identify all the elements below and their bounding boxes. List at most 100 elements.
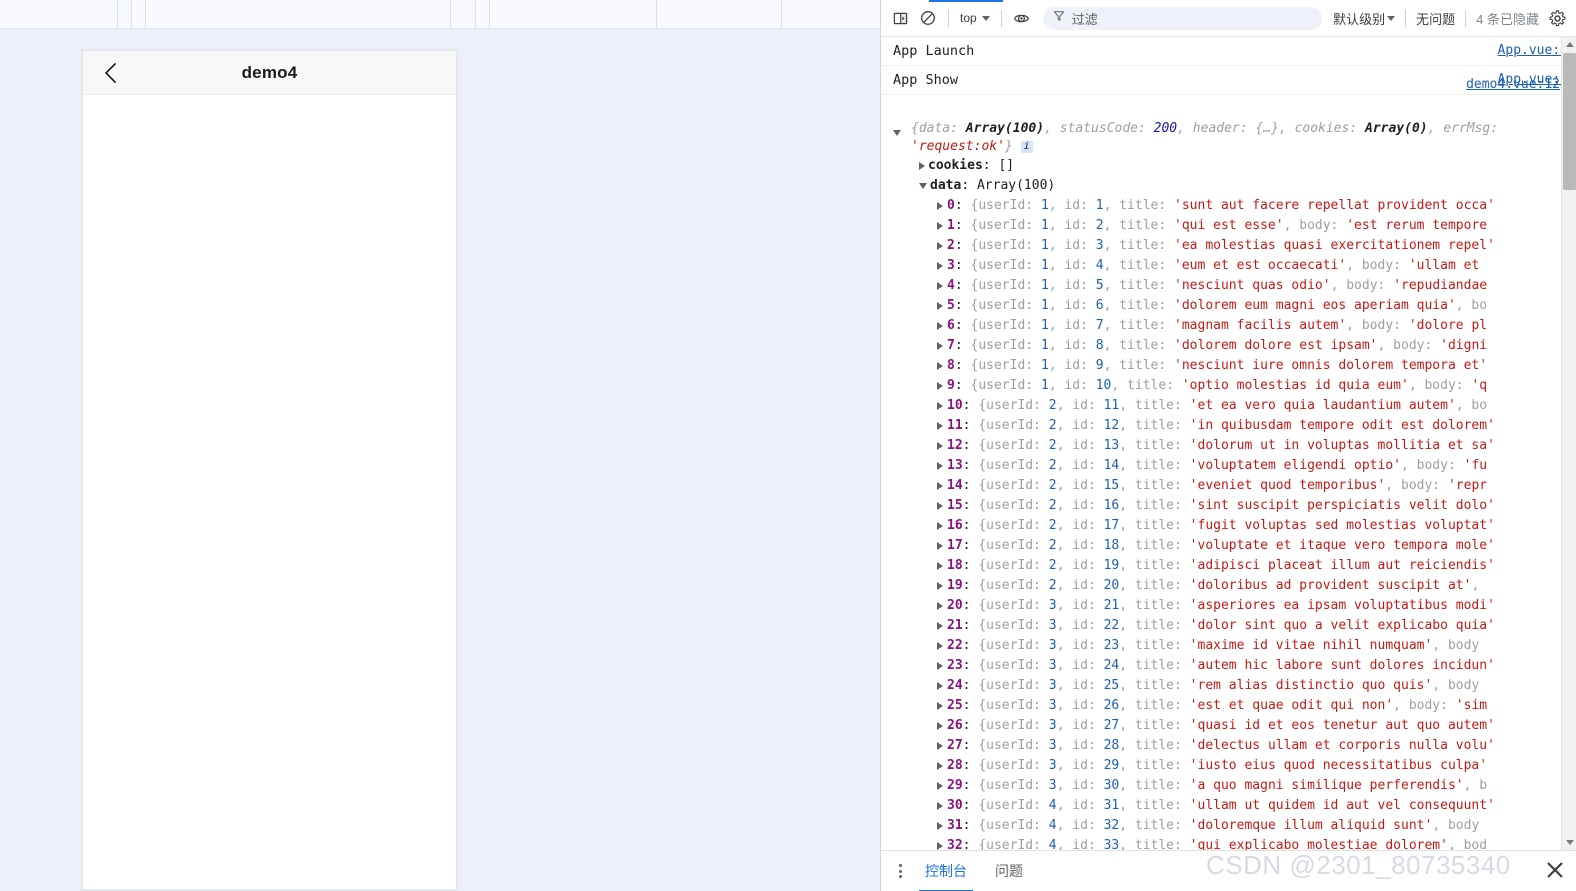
log-level-selector[interactable]: 默认级别 bbox=[1330, 6, 1398, 31]
array-item-row[interactable]: 11: {userId: 2, id: 12, title: 'in quibu… bbox=[893, 416, 1568, 436]
object-property-row[interactable]: cookies: [] bbox=[893, 156, 1568, 176]
expand-triangle-icon[interactable] bbox=[937, 561, 943, 570]
object-property-row[interactable]: data: Array(100) bbox=[893, 176, 1568, 196]
expand-triangle-icon[interactable] bbox=[937, 761, 943, 770]
array-item-row[interactable]: 12: {userId: 2, id: 13, title: 'dolorum … bbox=[893, 436, 1568, 456]
array-item-row[interactable]: 1: {userId: 1, id: 2, title: 'qui est es… bbox=[893, 216, 1568, 236]
array-item-row[interactable]: 13: {userId: 2, id: 14, title: 'voluptat… bbox=[893, 456, 1568, 476]
array-item-row[interactable]: 24: {userId: 3, id: 25, title: 'rem alia… bbox=[893, 676, 1568, 696]
array-item-row[interactable]: 32: {userId: 4, id: 33, title: 'qui expl… bbox=[893, 836, 1568, 850]
expand-triangle-icon[interactable] bbox=[937, 541, 943, 550]
expand-triangle-icon[interactable] bbox=[919, 161, 925, 170]
expand-triangle-icon[interactable] bbox=[937, 341, 943, 350]
console-scrollbar[interactable] bbox=[1561, 37, 1576, 850]
expand-triangle-icon[interactable] bbox=[937, 481, 943, 490]
scroll-up-arrow-icon[interactable] bbox=[1562, 37, 1576, 52]
array-item-row[interactable]: 31: {userId: 4, id: 32, title: 'doloremq… bbox=[893, 816, 1568, 836]
expand-triangle-icon[interactable] bbox=[937, 581, 943, 590]
array-item-row[interactable]: 19: {userId: 2, id: 20, title: 'doloribu… bbox=[893, 576, 1568, 596]
scrollbar-thumb[interactable] bbox=[1563, 53, 1576, 190]
live-expression-eye-icon[interactable] bbox=[1009, 5, 1035, 31]
close-icon[interactable] bbox=[1544, 859, 1566, 881]
expand-triangle-icon[interactable] bbox=[937, 241, 943, 250]
expand-triangle-icon[interactable] bbox=[937, 301, 943, 310]
array-item-row[interactable]: 20: {userId: 3, id: 21, title: 'asperior… bbox=[893, 596, 1568, 616]
expand-triangle-icon[interactable] bbox=[937, 601, 943, 610]
array-item-row[interactable]: 7: {userId: 1, id: 8, title: 'dolorem do… bbox=[893, 336, 1568, 356]
expand-triangle-icon[interactable] bbox=[937, 201, 943, 210]
expand-triangle-icon[interactable] bbox=[937, 321, 943, 330]
array-item-row[interactable]: 21: {userId: 3, id: 22, title: 'dolor si… bbox=[893, 616, 1568, 636]
expand-triangle-icon[interactable] bbox=[937, 841, 943, 850]
expand-triangle-icon[interactable] bbox=[937, 261, 943, 270]
array-item-row[interactable]: 5: {userId: 1, id: 6, title: 'dolorem eu… bbox=[893, 296, 1568, 316]
array-index: 4 bbox=[947, 278, 955, 293]
scroll-down-arrow-icon[interactable] bbox=[1562, 835, 1576, 850]
array-item-row[interactable]: 14: {userId: 2, id: 15, title: 'eveniet … bbox=[893, 476, 1568, 496]
clear-console-icon[interactable] bbox=[915, 5, 941, 31]
expand-triangle-icon[interactable] bbox=[937, 681, 943, 690]
expand-triangle-icon[interactable] bbox=[937, 461, 943, 470]
field-name-title: , title: bbox=[1103, 278, 1175, 293]
expand-triangle-icon[interactable] bbox=[937, 721, 943, 730]
array-item-row[interactable]: 30: {userId: 4, id: 31, title: 'ullam ut… bbox=[893, 796, 1568, 816]
array-item-row[interactable]: 6: {userId: 1, id: 7, title: 'magnam fac… bbox=[893, 316, 1568, 336]
open-brace: { bbox=[978, 558, 987, 573]
expand-triangle-icon[interactable] bbox=[937, 821, 943, 830]
expand-triangle-icon[interactable] bbox=[937, 661, 943, 670]
array-item-row[interactable]: 28: {userId: 3, id: 29, title: 'iusto ei… bbox=[893, 756, 1568, 776]
expand-triangle-icon[interactable] bbox=[937, 641, 943, 650]
array-item-row[interactable]: 3: {userId: 1, id: 4, title: 'eum et est… bbox=[893, 256, 1568, 276]
chevron-left-icon[interactable] bbox=[95, 51, 125, 94]
array-item-row[interactable]: 26: {userId: 3, id: 27, title: 'quasi id… bbox=[893, 716, 1568, 736]
expand-triangle-icon[interactable] bbox=[937, 621, 943, 630]
field-comma: , id: bbox=[1056, 618, 1104, 633]
filter-input[interactable]: 过滤 bbox=[1042, 6, 1323, 30]
expand-triangle-icon[interactable] bbox=[937, 401, 943, 410]
expand-triangle-icon[interactable] bbox=[937, 421, 943, 430]
expand-triangle-icon[interactable] bbox=[937, 701, 943, 710]
object-summary[interactable]: {data: Array(100), statusCode: 200, head… bbox=[893, 120, 1568, 156]
field-value-userId: 2 bbox=[1048, 518, 1057, 533]
field-tail-key: , body: bbox=[1346, 318, 1409, 333]
array-item-row[interactable]: 25: {userId: 3, id: 26, title: 'est et q… bbox=[893, 696, 1568, 716]
collapse-triangle-icon[interactable] bbox=[893, 130, 901, 136]
array-item-row[interactable]: 9: {userId: 1, id: 10, title: 'optio mol… bbox=[893, 376, 1568, 396]
array-item-row[interactable]: 29: {userId: 3, id: 30, title: 'a quo ma… bbox=[893, 776, 1568, 796]
source-link[interactable]: App.vue:4 bbox=[1498, 42, 1568, 60]
array-item-row[interactable]: 15: {userId: 2, id: 16, title: 'sint sus… bbox=[893, 496, 1568, 516]
array-item-row[interactable]: 18: {userId: 2, id: 19, title: 'adipisci… bbox=[893, 556, 1568, 576]
array-item-row[interactable]: 2: {userId: 1, id: 3, title: 'ea molesti… bbox=[893, 236, 1568, 256]
array-item-row[interactable]: 0: {userId: 1, id: 1, title: 'sunt aut f… bbox=[893, 196, 1568, 216]
array-item-row[interactable]: 10: {userId: 2, id: 11, title: 'et ea ve… bbox=[893, 396, 1568, 416]
source-link[interactable]: demo4.vue:12 bbox=[1466, 77, 1560, 92]
issues-status[interactable]: 无问题 bbox=[1413, 6, 1458, 31]
array-item-row[interactable]: 22: {userId: 3, id: 23, title: 'maxime i… bbox=[893, 636, 1568, 656]
expand-triangle-icon[interactable] bbox=[937, 801, 943, 810]
array-item-row[interactable]: 27: {userId: 3, id: 28, title: 'delectus… bbox=[893, 736, 1568, 756]
expand-triangle-icon[interactable] bbox=[937, 521, 943, 530]
array-item-row[interactable]: 17: {userId: 2, id: 18, title: 'voluptat… bbox=[893, 536, 1568, 556]
drawer-tab[interactable]: 问题 bbox=[981, 851, 1037, 891]
expand-triangle-icon[interactable] bbox=[937, 281, 943, 290]
expand-triangle-icon[interactable] bbox=[937, 741, 943, 750]
console-log-list[interactable]: App Launch App.vue:4 App Show App.vue:7 dem… bbox=[881, 37, 1576, 850]
expand-triangle-icon[interactable] bbox=[937, 501, 943, 510]
array-item-row[interactable]: 4: {userId: 1, id: 5, title: 'nesciunt q… bbox=[893, 276, 1568, 296]
expand-triangle-icon[interactable] bbox=[937, 381, 943, 390]
expand-triangle-icon[interactable] bbox=[919, 182, 927, 189]
expand-triangle-icon[interactable] bbox=[937, 781, 943, 790]
array-item-row[interactable]: 8: {userId: 1, id: 9, title: 'nesciunt i… bbox=[893, 356, 1568, 376]
more-options-icon[interactable] bbox=[889, 858, 911, 884]
array-item-row[interactable]: 23: {userId: 3, id: 24, title: 'autem hi… bbox=[893, 656, 1568, 676]
dock-panel-icon[interactable] bbox=[887, 5, 913, 31]
info-badge[interactable]: i bbox=[1020, 140, 1033, 153]
expand-triangle-icon[interactable] bbox=[937, 361, 943, 370]
drawer-tab[interactable]: 控制台 bbox=[911, 851, 981, 891]
expand-triangle-icon[interactable] bbox=[937, 221, 943, 230]
gear-icon[interactable] bbox=[1544, 5, 1570, 31]
console-message-row[interactable]: App Launch App.vue:4 bbox=[881, 37, 1576, 66]
execution-context-selector[interactable]: top bbox=[956, 8, 994, 28]
expand-triangle-icon[interactable] bbox=[937, 441, 943, 450]
array-item-row[interactable]: 16: {userId: 2, id: 17, title: 'fugit vo… bbox=[893, 516, 1568, 536]
